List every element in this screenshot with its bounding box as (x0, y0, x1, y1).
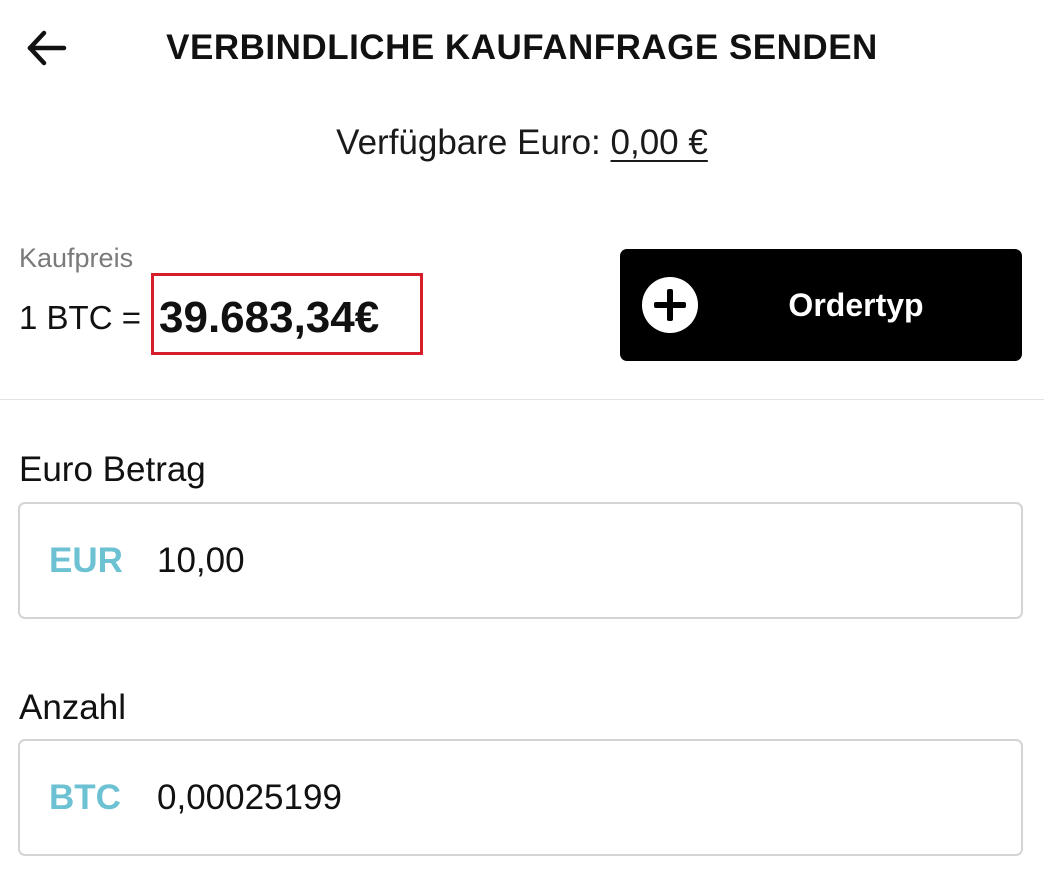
btc-price-value: 39.683,34€ (159, 293, 380, 342)
btc-quantity-value[interactable]: 0,00025199 (157, 741, 342, 854)
section-divider (0, 399, 1044, 400)
price-row: 1 BTC = (19, 292, 141, 344)
euro-amount-value[interactable]: 10,00 (157, 504, 245, 617)
plus-circle-icon (642, 277, 698, 333)
available-balance: Verfügbare Euro: 0,00 € (0, 120, 1044, 166)
euro-currency-code: EUR (49, 540, 123, 580)
euro-amount-input[interactable]: EUR 10,00 (18, 502, 1023, 619)
available-balance-value[interactable]: 0,00 € (611, 123, 708, 162)
available-balance-label: Verfügbare Euro: (336, 123, 601, 162)
price-prefix: 1 BTC = (19, 299, 141, 336)
btc-quantity-label: Anzahl (19, 688, 127, 727)
ordertype-button[interactable]: Ordertyp (620, 249, 1022, 361)
back-button[interactable] (22, 24, 70, 72)
btc-quantity-input[interactable]: BTC 0,00025199 (18, 739, 1023, 856)
arrow-left-icon (27, 30, 67, 66)
btc-currency-code: BTC (49, 777, 121, 817)
euro-amount-label: Euro Betrag (19, 450, 206, 489)
header-bar: VERBINDLICHE KAUFANFRAGE SENDEN (0, 0, 1044, 96)
purchase-price-caption: Kaufpreis (19, 243, 134, 273)
page-title: VERBINDLICHE KAUFANFRAGE SENDEN (166, 28, 878, 67)
ordertype-button-label: Ordertyp (788, 286, 924, 323)
